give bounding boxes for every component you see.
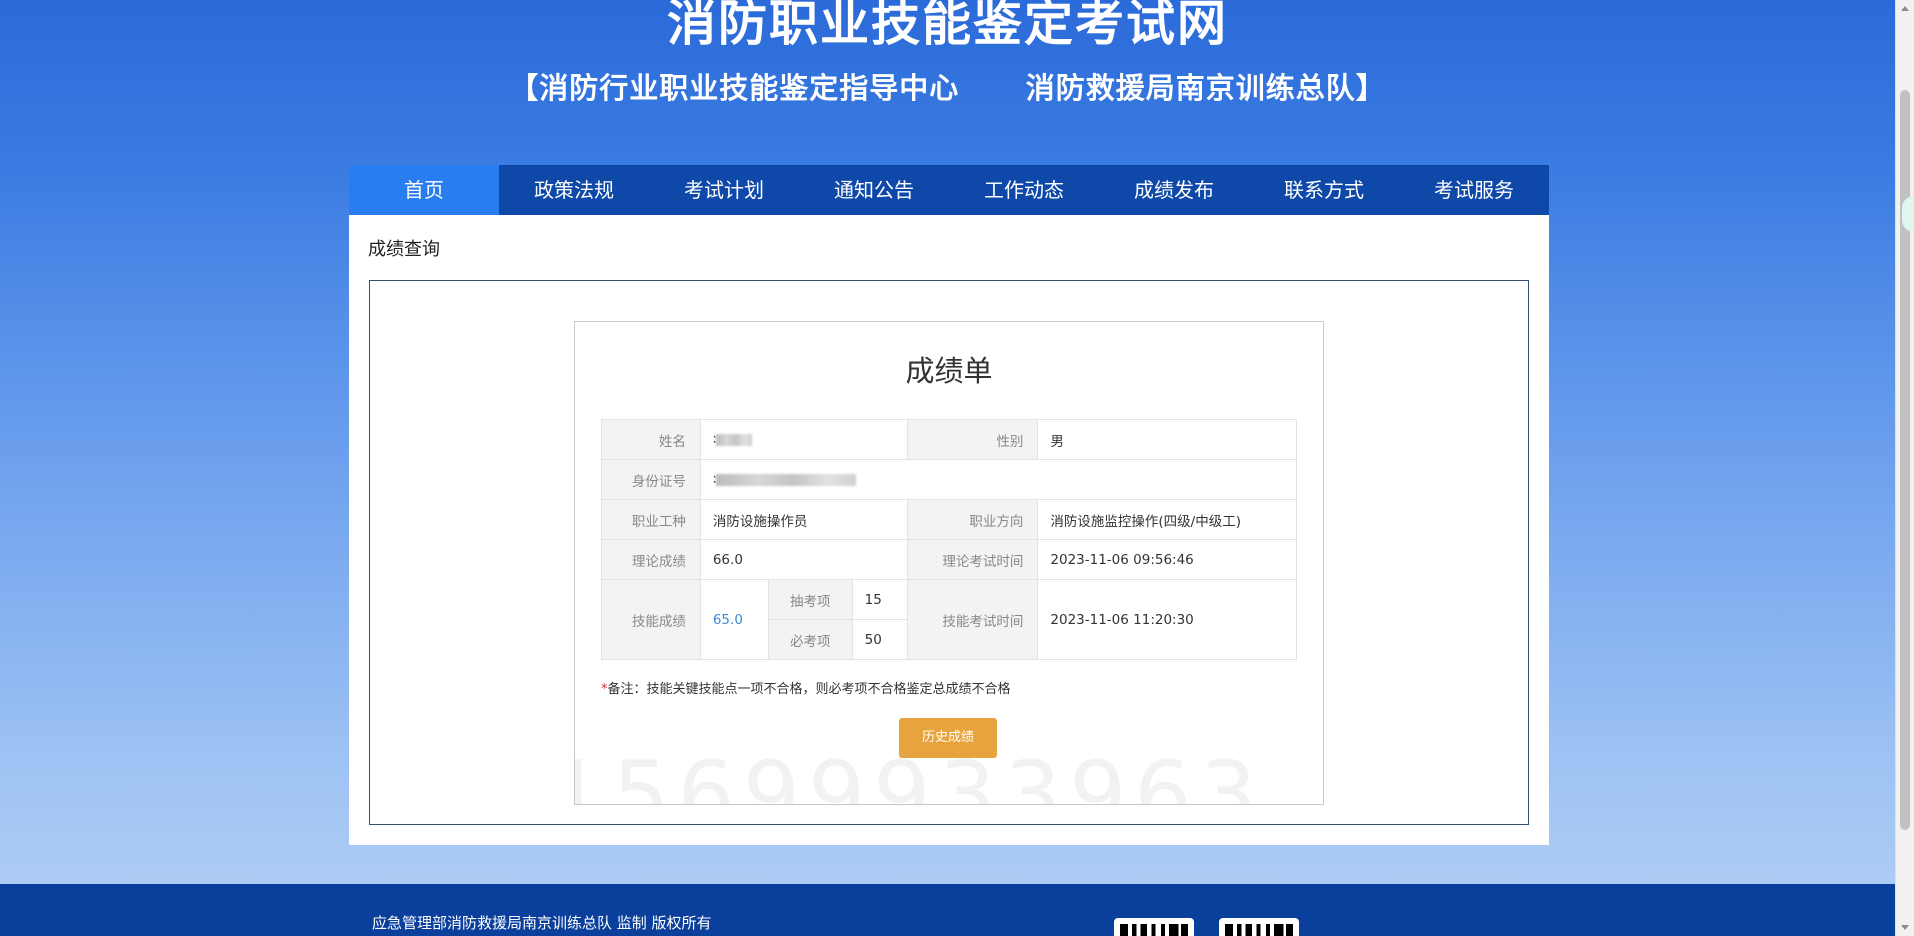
main-nav: 首页 政策法规 考试计划 通知公告 工作动态 成绩发布 联系方式 考试服务 [349,165,1549,215]
table-row: 职业工种 消防设施操作员 职业方向 消防设施监控操作(四级/中级工) [601,499,1297,540]
theory-score-label: 理论成绩 [601,539,701,580]
table-row: 姓名 ∶ 性别 男 [601,419,1297,460]
id-number-value: ∶ [699,459,1298,500]
remark-note: *备注：技能关键技能点一项不合格，则必考项不合格鉴定总成绩不合格 [601,678,1011,697]
footer-copyright: 应急管理部消防救援局南京训练总队 监制 版权所有 [372,914,712,932]
scroll-up-icon[interactable] [1901,6,1909,11]
direction-value: 消防设施监控操作(四级/中级工) [1037,499,1297,540]
history-scores-button[interactable]: 历史成绩 [899,718,997,758]
skill-score-label: 技能成绩 [601,579,701,660]
page-title: 成绩查询 [368,239,440,260]
main-panel: 成绩查询 15699933963 成绩单 姓名 ∶ 性别 男 身份证号 ∶ 职业… [349,215,1549,845]
nav-item-exam-service[interactable]: 考试服务 [1399,165,1549,215]
required-label: 必考项 [767,619,853,660]
name-value: ∶ [699,419,908,460]
report-frame: 15699933963 成绩单 姓名 ∶ 性别 男 身份证号 ∶ 职业工种 消防… [369,280,1529,825]
score-card-title: 成绩单 [905,354,993,388]
nav-item-notices[interactable]: 通知公告 [799,165,949,215]
nav-item-results[interactable]: 成绩发布 [1099,165,1249,215]
gender-label: 性别 [906,419,1039,460]
sampled-label: 抽考项 [767,579,853,620]
direction-label: 职业方向 [906,499,1039,540]
theory-time-label: 理论考试时间 [906,539,1039,580]
qr-code-icon [1114,918,1194,936]
nav-item-contact[interactable]: 联系方式 [1249,165,1399,215]
qr-code-icon [1219,918,1299,936]
nav-item-home[interactable]: 首页 [349,165,499,215]
score-card: 15699933963 成绩单 姓名 ∶ 性别 男 身份证号 ∶ 职业工种 消防… [574,321,1324,805]
table-row: 技能成绩 65.0 抽考项 15 技能考试时间 2023-11-06 11:20… [601,579,1297,660]
occupation-label: 职业工种 [601,499,701,540]
footer: 应急管理部消防救援局南京训练总队 监制 版权所有 [0,884,1895,936]
name-label: 姓名 [601,419,701,460]
table-row: 理论成绩 66.0 理论考试时间 2023-11-06 09:56:46 [601,539,1297,580]
sampled-value: 15 [851,579,908,620]
id-number-label: 身份证号 [601,459,701,500]
skill-score-value: 65.0 [699,579,769,660]
nav-item-policies[interactable]: 政策法规 [499,165,649,215]
gender-value: 男 [1037,419,1297,460]
floating-widget-tab[interactable] [1902,196,1914,232]
nav-item-exam-plan[interactable]: 考试计划 [649,165,799,215]
site-title: 消防职业技能鉴定考试网 [666,0,1228,52]
scroll-down-icon[interactable] [1901,925,1909,930]
skill-time-label: 技能考试时间 [906,579,1039,660]
theory-score-value: 66.0 [699,539,908,580]
table-row: 身份证号 ∶ [601,459,1298,500]
name-redaction [716,433,753,446]
nav-item-news[interactable]: 工作动态 [949,165,1099,215]
required-value: 50 [851,619,908,660]
remark-text: 备注：技能关键技能点一项不合格，则必考项不合格鉴定总成绩不合格 [607,682,1011,697]
page-scrollbar[interactable] [1895,0,1914,936]
site-subtitle: 【消防行业职业技能鉴定指导中心 消防救援局南京训练总队】 [509,71,1386,105]
skill-time-value: 2023-11-06 11:20:30 [1037,579,1297,660]
score-table: 姓名 ∶ 性别 男 身份证号 ∶ 职业工种 消防设施操作员 职业方向 消防设施监… [601,419,1298,660]
occupation-value: 消防设施操作员 [699,499,908,540]
id-number-redaction [716,473,857,486]
theory-time-value: 2023-11-06 09:56:46 [1037,539,1297,580]
